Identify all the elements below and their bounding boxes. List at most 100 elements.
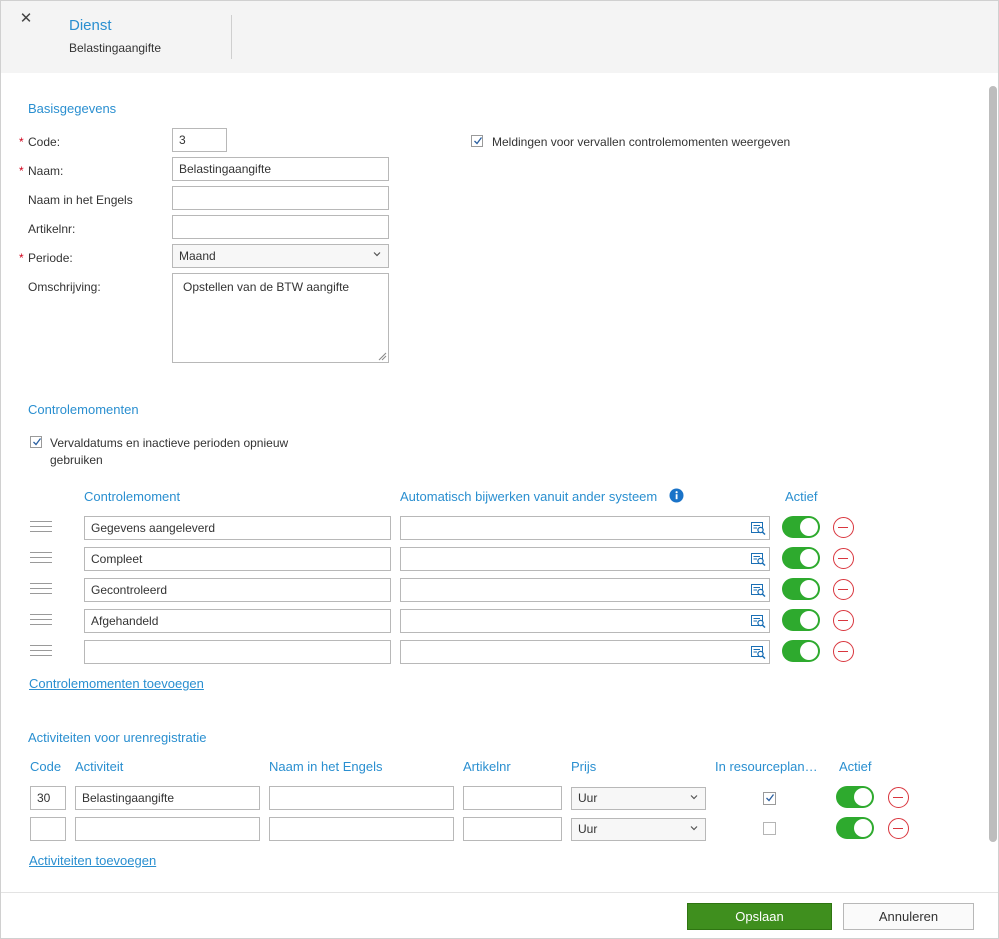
meldingen-checkbox[interactable]	[471, 135, 483, 147]
col-head-artikelnr: Artikelnr	[463, 759, 511, 774]
reuse-label-line2: gebruiken	[50, 453, 103, 467]
toggle-knob	[800, 518, 818, 536]
actief-toggle[interactable]	[782, 516, 820, 538]
omschrijving-value: Opstellen van de BTW aangifte	[183, 280, 350, 294]
artikelnr-input[interactable]	[172, 215, 389, 239]
naam-input[interactable]: Belastingaangifte	[172, 157, 389, 181]
activiteit-naam-engels-input[interactable]	[269, 817, 454, 841]
drag-handle-icon[interactable]	[30, 583, 52, 595]
reuse-label-line1: Vervaldatums en inactieve perioden opnie…	[50, 436, 289, 450]
automatisch-input[interactable]	[400, 516, 770, 540]
prijs-value: Uur	[578, 791, 598, 805]
resourceplanning-checkbox[interactable]	[763, 822, 776, 835]
add-controlemomenten-link[interactable]: Controlemomenten toevoegen	[29, 676, 204, 691]
resize-grip-icon[interactable]	[378, 352, 387, 361]
remove-row-icon[interactable]	[833, 548, 854, 569]
activiteit-naam-engels-input[interactable]	[269, 786, 454, 810]
check-icon	[766, 794, 775, 802]
col-head-naam-engels: Naam in het Engels	[269, 759, 383, 774]
required-marker: *	[19, 135, 24, 149]
info-icon[interactable]	[669, 488, 684, 503]
code-input[interactable]: 3	[172, 128, 227, 152]
omschrijving-label: Omschrijving:	[28, 280, 101, 294]
section-title-basisgegevens: Basisgegevens	[28, 101, 117, 116]
check-icon	[33, 438, 42, 446]
reuse-checkbox[interactable]	[30, 436, 42, 448]
col-head-activiteit: Activiteit	[75, 759, 124, 774]
col-head-controlemoment: Controlemoment	[84, 489, 181, 504]
automatisch-input[interactable]	[400, 547, 770, 571]
dialog-header: ✕ Dienst Belastingaangifte	[1, 1, 998, 73]
lookup-icon[interactable]	[751, 646, 766, 659]
remove-row-icon[interactable]	[833, 641, 854, 662]
section-title-controlemomenten: Controlemomenten	[28, 402, 139, 417]
drag-handle-icon[interactable]	[30, 552, 52, 564]
activiteit-artikelnr-input[interactable]	[463, 817, 562, 841]
cancel-button[interactable]: Annuleren	[843, 903, 974, 930]
lookup-icon[interactable]	[751, 615, 766, 628]
controlemoment-input[interactable]: Afgehandeld	[84, 609, 391, 633]
toggle-knob	[854, 819, 872, 837]
controlemoment-input[interactable]: Compleet	[84, 547, 391, 571]
remove-activiteit-icon[interactable]	[888, 787, 909, 808]
automatisch-input[interactable]	[400, 609, 770, 633]
actief-toggle[interactable]	[782, 609, 820, 631]
required-marker: *	[19, 251, 24, 265]
activiteit-actief-toggle[interactable]	[836, 817, 874, 839]
toggle-knob	[800, 642, 818, 660]
col-head-actief: Actief	[785, 489, 818, 504]
actief-toggle[interactable]	[782, 547, 820, 569]
drag-handle-icon[interactable]	[30, 521, 52, 533]
activiteit-naam-input[interactable]	[75, 817, 260, 841]
toggle-knob	[800, 549, 818, 567]
col-head-automatisch: Automatisch bijwerken vanuit ander syste…	[400, 489, 658, 504]
activiteit-naam-input[interactable]: Belastingaangifte	[75, 786, 260, 810]
periode-label: * Periode:	[19, 251, 73, 265]
check-icon	[474, 137, 483, 145]
activiteit-prijs-select[interactable]: Uur	[571, 818, 706, 841]
close-icon[interactable]: ✕	[18, 11, 34, 27]
naam-engels-label: Naam in het Engels	[28, 193, 133, 207]
activiteit-code-input[interactable]: 30	[30, 786, 66, 810]
resourceplanning-checkbox[interactable]	[763, 792, 776, 805]
actief-toggle[interactable]	[782, 578, 820, 600]
remove-row-icon[interactable]	[833, 517, 854, 538]
remove-activiteit-icon[interactable]	[888, 818, 909, 839]
remove-row-icon[interactable]	[833, 579, 854, 600]
automatisch-input[interactable]	[400, 578, 770, 602]
activiteit-actief-toggle[interactable]	[836, 786, 874, 808]
lookup-icon[interactable]	[751, 584, 766, 597]
controlemoment-input[interactable]	[84, 640, 391, 664]
activiteit-prijs-select[interactable]: Uur	[571, 787, 706, 810]
header-divider	[231, 15, 232, 59]
lookup-icon[interactable]	[751, 522, 766, 535]
naam-label: * Naam:	[19, 164, 64, 178]
naam-engels-input[interactable]	[172, 186, 389, 210]
save-button[interactable]: Opslaan	[687, 903, 832, 930]
activiteit-artikelnr-input[interactable]	[463, 786, 562, 810]
toggle-knob	[854, 788, 872, 806]
actief-toggle[interactable]	[782, 640, 820, 662]
dialog-subtitle: Belastingaangifte	[69, 41, 162, 55]
drag-handle-icon[interactable]	[30, 645, 52, 657]
toggle-knob	[800, 580, 818, 598]
activiteit-code-input[interactable]	[30, 817, 66, 841]
drag-handle-icon[interactable]	[30, 614, 52, 626]
chevron-down-icon	[373, 252, 381, 257]
periode-value: Maand	[179, 249, 216, 263]
lookup-icon[interactable]	[751, 553, 766, 566]
code-label: * Code:	[19, 135, 61, 149]
automatisch-input[interactable]	[400, 640, 770, 664]
chevron-down-icon	[690, 795, 698, 800]
prijs-value: Uur	[578, 822, 598, 836]
scrollbar-thumb[interactable]	[989, 86, 997, 842]
required-marker: *	[19, 164, 24, 178]
periode-select[interactable]: Maand	[172, 244, 389, 268]
omschrijving-textarea[interactable]: Opstellen van de BTW aangifte	[172, 273, 389, 363]
col-head-resourceplanning: In resourceplan…	[715, 759, 818, 774]
remove-row-icon[interactable]	[833, 610, 854, 631]
add-activiteiten-link[interactable]: Activiteiten toevoegen	[29, 853, 156, 868]
section-title-activiteiten: Activiteiten voor urenregistratie	[28, 730, 207, 745]
controlemoment-input[interactable]: Gecontroleerd	[84, 578, 391, 602]
controlemoment-input[interactable]: Gegevens aangeleverd	[84, 516, 391, 540]
